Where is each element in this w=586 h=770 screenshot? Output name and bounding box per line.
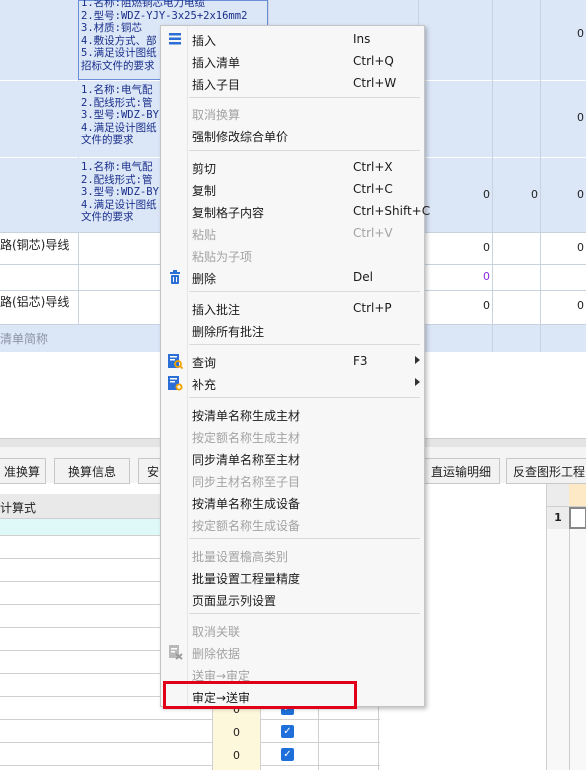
menu-item-paste: 粘贴 Ctrl+V: [192, 226, 393, 242]
cell-value[interactable]: 0: [540, 27, 586, 40]
cell-value[interactable]: 0: [540, 188, 586, 201]
menu-item-copy[interactable]: 复制 Ctrl+C: [161, 178, 424, 200]
context-menu: 插入 Ins 插入清单 Ctrl+Q 插入子目 Ctrl+W 取消换算 强制修改综合单…: [160, 25, 430, 707]
menu-item-force-modify-price[interactable]: 强制修改综合单价: [161, 124, 424, 146]
cell-value[interactable]: 0: [492, 188, 540, 201]
menu-item-supplement[interactable]: 补充: [161, 372, 424, 394]
menu-item-insert-comment[interactable]: 插入批注 Ctrl+P: [161, 297, 424, 319]
menu-item-batch-quantity-precision[interactable]: 批量设置工程量精度: [161, 566, 424, 588]
checkbox[interactable]: ✓: [281, 725, 294, 738]
menu-item-copy-cell[interactable]: 复制格子内容 Ctrl+Shift+C: [161, 200, 430, 222]
cell-value[interactable]: 0: [540, 299, 586, 312]
right-mini-grid: 1: [546, 484, 586, 770]
item-description[interactable]: 1.名称:电气配 2.配线形式:管 3.型号:WDZ-BY 4.满足设计图纸 文件的…: [79, 83, 165, 148]
menu-item-insert-subitem[interactable]: 插入子目 Ctrl+W: [161, 72, 424, 94]
tab-reverse-check[interactable]: 反查图形工程: [506, 458, 586, 484]
submenu-arrow-icon: [415, 356, 420, 364]
menu-item-column-settings[interactable]: 页面显示列设置: [161, 588, 424, 610]
menu-item-cut[interactable]: 剪切 Ctrl+X: [161, 156, 424, 178]
menu-item-batch-eave-height: 批量设置檐高类别: [192, 550, 289, 564]
item-description[interactable]: 1.名称:电气配 2.配线形式:管 3.型号:WDZ-BY 4.满足设计图纸 文件的…: [79, 160, 165, 225]
cell-value[interactable]: 0: [540, 111, 586, 124]
menu-item-cancel-link: 取消关联: [192, 625, 241, 639]
menu-item-gen-equipment-by-list[interactable]: 按清单名称生成设备: [161, 491, 424, 513]
query-icon: [167, 353, 184, 370]
menu-item-insert[interactable]: 插入 Ins: [161, 28, 424, 50]
menu-item-insert-list[interactable]: 插入清单 Ctrl+Q: [161, 50, 424, 72]
cell-value[interactable]: 0: [212, 749, 242, 762]
menu-item-cancel-conversion: 取消换算: [192, 108, 241, 122]
row-number: 1: [547, 507, 570, 529]
cell-value[interactable]: 0: [440, 299, 492, 312]
menu-item-delete[interactable]: 删除 Del: [161, 266, 424, 288]
row-name[interactable]: 路(铝芯)导线: [0, 293, 69, 310]
submenu-arrow-icon: [415, 378, 420, 386]
tab-transport-detail[interactable]: 直运输明细: [422, 458, 500, 484]
menu-item-sync-material-to-subitem: 同步主材名称至子目: [192, 475, 301, 489]
row-name[interactable]: 清单简称: [0, 330, 48, 347]
cell-value[interactable]: 0: [440, 188, 492, 201]
list-icon: [167, 31, 183, 47]
column-header: 计算式: [0, 501, 37, 515]
highlight-box: [163, 681, 357, 709]
menu-item-delete-basis: 删除依据: [161, 641, 424, 663]
tab-conversion-info[interactable]: 换算信息: [54, 458, 130, 484]
cell-value[interactable]: 0: [212, 726, 242, 739]
cell-value[interactable]: 0: [440, 270, 492, 283]
row-name[interactable]: 路(铜芯)导线: [0, 236, 69, 253]
cell-value[interactable]: 0: [440, 241, 492, 254]
delete-basis-icon: [167, 644, 183, 660]
trash-icon: [167, 269, 183, 285]
supplement-icon: [167, 375, 183, 391]
menu-item-sync-list-to-material[interactable]: 同步清单名称至主材: [161, 447, 424, 469]
cell-value[interactable]: 0: [540, 241, 586, 254]
tab-standard-conversion[interactable]: 准换算: [0, 458, 46, 484]
selected-cell[interactable]: [569, 507, 586, 529]
menu-item-gen-material-by-quota: 按定额名称生成主材: [192, 431, 301, 445]
menu-item-query[interactable]: 查询 F3: [161, 350, 424, 372]
menu-item-delete-all-comments[interactable]: 删除所有批注: [161, 319, 424, 341]
menu-item-paste-as-child: 粘贴为子项: [192, 250, 253, 264]
checkbox[interactable]: ✓: [281, 748, 294, 761]
menu-item-gen-material-by-list[interactable]: 按清单名称生成主材: [161, 403, 424, 425]
menu-item-gen-equipment-by-quota: 按定额名称生成设备: [192, 519, 301, 533]
